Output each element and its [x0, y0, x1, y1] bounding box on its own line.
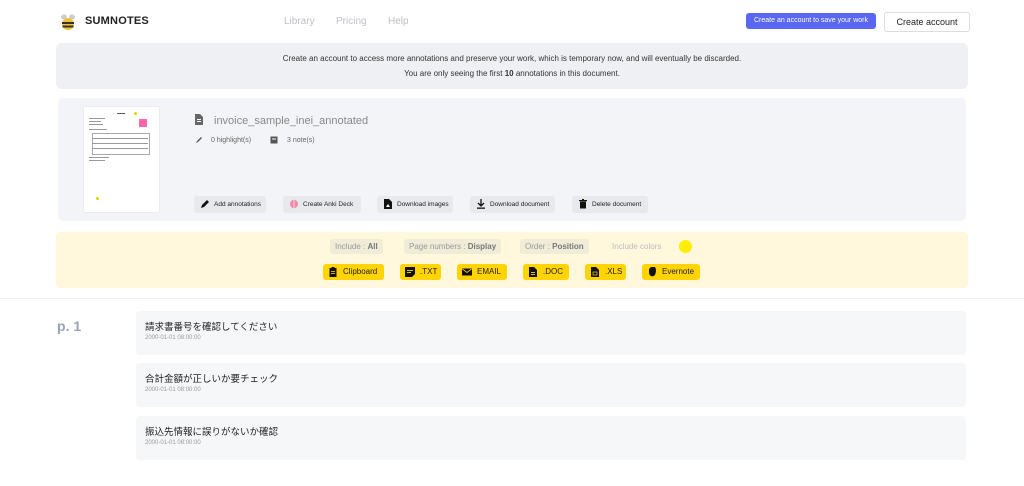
highlight-color-swatch[interactable]	[679, 240, 692, 253]
temporary-session-notice: Create an account to access more annotat…	[56, 43, 968, 89]
section-divider	[0, 298, 1024, 299]
download-document-button[interactable]: Download document	[470, 196, 555, 213]
highlight-count: 0 highlight(s)	[211, 137, 252, 144]
annotation-text: 振込先情報に誤りがないか確認	[145, 427, 279, 438]
save-work-hint[interactable]: Create an account to save your work	[746, 13, 876, 29]
export-xls-button[interactable]: .XLS	[585, 264, 626, 280]
annotation-timestamp: 2000-01-01 08:00:00	[145, 387, 201, 393]
add-annotations-button[interactable]: Add annotations	[194, 196, 266, 213]
nav-library[interactable]: Library	[284, 16, 315, 27]
export-clipboard-button[interactable]: Clipboard	[323, 264, 384, 280]
create-account-button[interactable]: Create account	[884, 12, 970, 32]
page-number-label: p. 1	[57, 318, 82, 334]
document-title[interactable]: invoice_sample_inei_annotated	[214, 115, 368, 127]
annotation-item[interactable]: 合計金額が正しいか要チェック 2000-01-01 08:00:00	[136, 363, 966, 407]
annotation-text: 請求書番号を確認してください	[145, 322, 278, 333]
document-file-icon	[529, 267, 537, 277]
brain-icon	[290, 199, 298, 209]
image-file-icon	[384, 199, 392, 209]
annotation-item[interactable]: 請求書番号を確認してください 2000-01-01 08:00:00	[136, 311, 966, 355]
export-options-panel	[56, 232, 968, 288]
text-file-icon	[405, 267, 415, 277]
pen-icon	[196, 137, 202, 143]
page-numbers-selector[interactable]: Page numbers : Display	[404, 239, 502, 254]
download-images-button[interactable]: Download images	[377, 196, 453, 213]
clipboard-icon	[329, 267, 337, 277]
notice-line-1: Create an account to access more annotat…	[282, 54, 742, 63]
create-anki-deck-button[interactable]: Create Anki Deck	[283, 196, 361, 213]
nav-help[interactable]: Help	[388, 16, 409, 27]
pen-icon	[201, 200, 209, 208]
trash-icon	[579, 199, 587, 209]
document-thumbnail[interactable]	[84, 107, 159, 212]
delete-document-button[interactable]: Delete document	[572, 196, 648, 213]
top-bar: SUMNOTES Library Pricing Help Create an …	[0, 0, 1024, 42]
download-icon	[477, 199, 485, 209]
annotation-timestamp: 2000-01-01 08:00:00	[145, 440, 201, 446]
spreadsheet-file-icon	[591, 267, 599, 277]
export-txt-button[interactable]: .TXT	[400, 264, 441, 280]
include-selector[interactable]: Include : All	[330, 239, 383, 254]
export-evernote-button[interactable]: Evernote	[642, 264, 700, 280]
export-doc-button[interactable]: .DOC	[523, 264, 569, 280]
envelope-icon	[462, 268, 472, 276]
export-email-button[interactable]: EMAIL	[457, 264, 507, 280]
notice-line-2: You are only seeing the first 10 annotat…	[404, 69, 620, 78]
annotation-text: 合計金額が正しいか要チェック	[145, 374, 279, 385]
evernote-icon	[649, 267, 656, 277]
annotation-item[interactable]: 振込先情報に誤りがないか確認 2000-01-01 08:00:00	[136, 416, 966, 460]
nav-pricing[interactable]: Pricing	[336, 16, 367, 27]
note-icon	[270, 136, 278, 144]
bee-logo-icon[interactable]	[60, 13, 76, 31]
include-colors-toggle[interactable]: Include colors	[607, 239, 666, 254]
note-count: 3 note(s)	[287, 137, 315, 144]
order-selector[interactable]: Order : Position	[520, 239, 589, 254]
pdf-file-icon	[195, 114, 203, 125]
brand-name[interactable]: SUMNOTES	[85, 15, 149, 27]
annotation-timestamp: 2000-01-01 08:00:00	[145, 335, 201, 341]
